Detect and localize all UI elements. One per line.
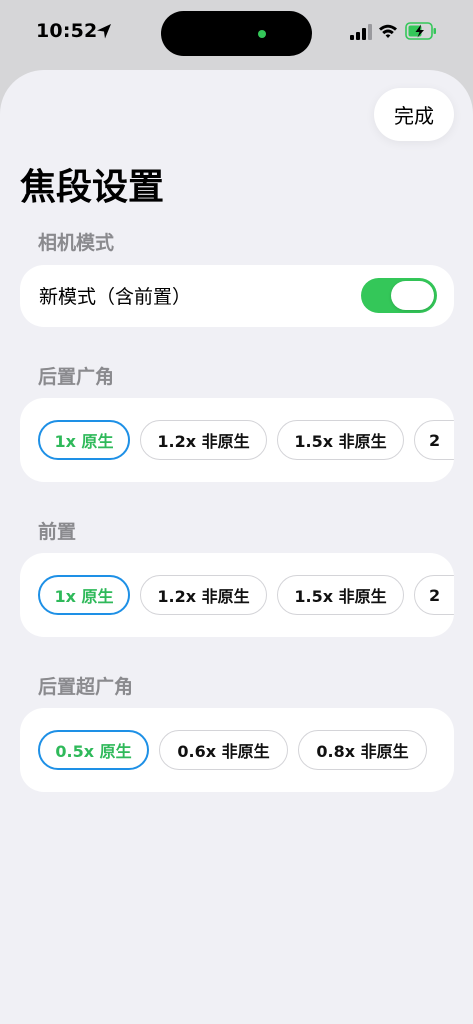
dynamic-island [161,11,312,56]
front-option-1-5x[interactable]: 1.5x 非原生 [277,575,404,615]
front-option-2x[interactable]: 2 [414,575,454,615]
rear-wide-option-1-2x[interactable]: 1.2x 非原生 [140,420,267,460]
page-title: 焦段设置 [20,167,165,208]
new-mode-label: 新模式（含前置） [39,286,192,308]
location-arrow-icon [97,24,111,39]
camera-in-use-indicator [258,30,266,38]
section-header-front: 前置 [38,521,77,543]
rear-wide-option-1x[interactable]: 1x 原生 [38,420,130,460]
front-option-1-2x[interactable]: 1.2x 非原生 [140,575,267,615]
camera-mode-card: 新模式（含前置） [20,265,454,327]
ultra-wide-option-0-8x[interactable]: 0.8x 非原生 [298,730,427,770]
section-header-camera-mode: 相机模式 [38,232,115,254]
rear-wide-option-2x[interactable]: 2 [414,420,454,460]
status-bar: 10:52 [0,0,473,68]
ultra-wide-option-0-5x[interactable]: 0.5x 原生 [38,730,149,770]
front-option-1x[interactable]: 1x 原生 [38,575,130,615]
cellular-signal-icon [350,24,372,40]
wifi-icon [379,24,397,38]
section-header-rear-ultra-wide: 后置超广角 [38,676,134,698]
ultra-wide-option-0-6x[interactable]: 0.6x 非原生 [159,730,288,770]
rear-wide-option-1-5x[interactable]: 1.5x 非原生 [277,420,404,460]
done-button[interactable]: 完成 [374,88,454,141]
section-header-rear-wide: 后置广角 [38,366,115,388]
rear-wide-options-card: 1x 原生 1.2x 非原生 1.5x 非原生 2 [20,398,454,482]
focal-settings-sheet: 完成 焦段设置 相机模式 新模式（含前置） 后置广角 1x 原生 1.2x 非原… [0,70,473,1024]
battery-charging-icon [405,22,436,40]
rear-ultra-wide-options-card: 0.5x 原生 0.6x 非原生 0.8x 非原生 [20,708,454,792]
toggle-knob [391,281,434,310]
new-mode-toggle[interactable] [361,278,437,313]
status-time: 10:52 [36,20,98,42]
front-options-card: 1x 原生 1.2x 非原生 1.5x 非原生 2 [20,553,454,637]
